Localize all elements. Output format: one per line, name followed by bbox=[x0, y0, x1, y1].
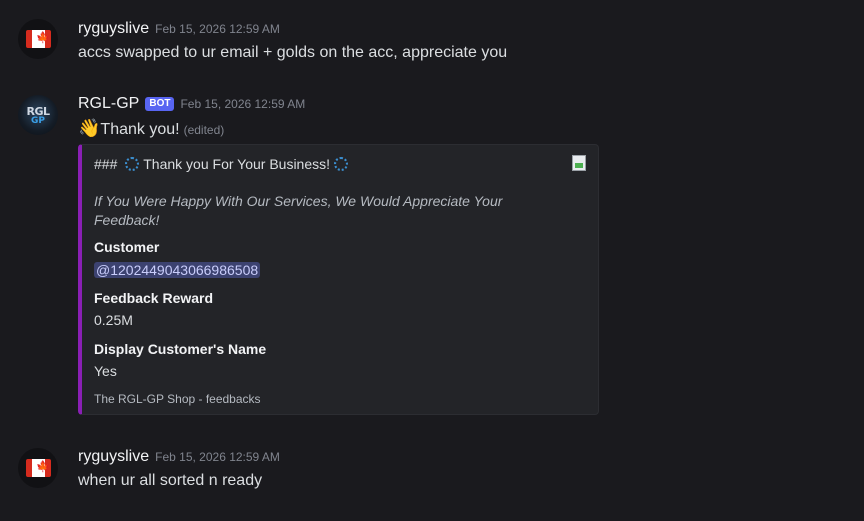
field-value-customer: @1202449043066986508 bbox=[94, 262, 261, 278]
message-text: Thank you! bbox=[100, 121, 180, 138]
loading-emoji-icon bbox=[334, 157, 349, 171]
user-avatar[interactable]: 🍁 bbox=[18, 448, 58, 488]
field-value-display-name: Yes bbox=[94, 363, 117, 379]
field-value-feedback-reward: 0.25M bbox=[94, 312, 133, 328]
embed-footer: The RGL-GP Shop - feedbacks bbox=[94, 392, 261, 406]
bot-avatar[interactable]: RGL GP bbox=[18, 95, 58, 135]
username[interactable]: ryguyslive bbox=[78, 20, 149, 37]
field-name-feedback-reward: Feedback Reward bbox=[94, 290, 214, 306]
embed-title-prefix: ### bbox=[94, 156, 118, 172]
timestamp: Feb 15, 2026 12:59 AM bbox=[155, 450, 280, 464]
canada-flag-icon: 🍁 bbox=[26, 459, 51, 477]
message-header: ryguyslive Feb 15, 2026 12:59 AM bbox=[78, 20, 280, 38]
loading-emoji-icon bbox=[125, 157, 140, 171]
user-mention[interactable]: @1202449043066986508 bbox=[94, 262, 261, 278]
bot-badge: BOT bbox=[145, 97, 175, 111]
embed-title: ### Thank you For Your Business! bbox=[94, 156, 352, 172]
timestamp: Feb 15, 2026 12:59 AM bbox=[155, 22, 280, 36]
edited-label: (edited) bbox=[183, 123, 225, 137]
embed-description: If You Were Happy With Our Services, We … bbox=[94, 193, 503, 228]
message-text: accs swapped to ur email + golds on the … bbox=[78, 44, 508, 61]
username[interactable]: RGL-GP bbox=[78, 95, 139, 112]
waving-hand-icon: 👋 bbox=[78, 118, 101, 138]
user-avatar[interactable]: 🍁 bbox=[18, 19, 58, 59]
timestamp: Feb 15, 2026 12:59 AM bbox=[180, 97, 306, 111]
message-header: RGL-GP BOT Feb 15, 2026 12:59 AM bbox=[78, 95, 305, 113]
canada-flag-icon: 🍁 bbox=[26, 30, 51, 48]
embed-title-text: Thank you For Your Business! bbox=[143, 156, 331, 172]
username[interactable]: ryguyslive bbox=[78, 448, 149, 465]
message-text-line: 👋Thank you! (edited) bbox=[78, 118, 224, 139]
rgl-logo-sub: GP bbox=[31, 116, 45, 126]
field-name-customer: Customer bbox=[94, 239, 160, 255]
field-name-display-name: Display Customer's Name bbox=[94, 341, 267, 357]
message-text: when ur all sorted n ready bbox=[78, 472, 263, 489]
message-header: ryguyslive Feb 15, 2026 12:59 AM bbox=[78, 448, 280, 466]
broken-image-icon[interactable] bbox=[572, 155, 586, 171]
embed-card: ### Thank you For Your Business! If You … bbox=[78, 144, 599, 415]
